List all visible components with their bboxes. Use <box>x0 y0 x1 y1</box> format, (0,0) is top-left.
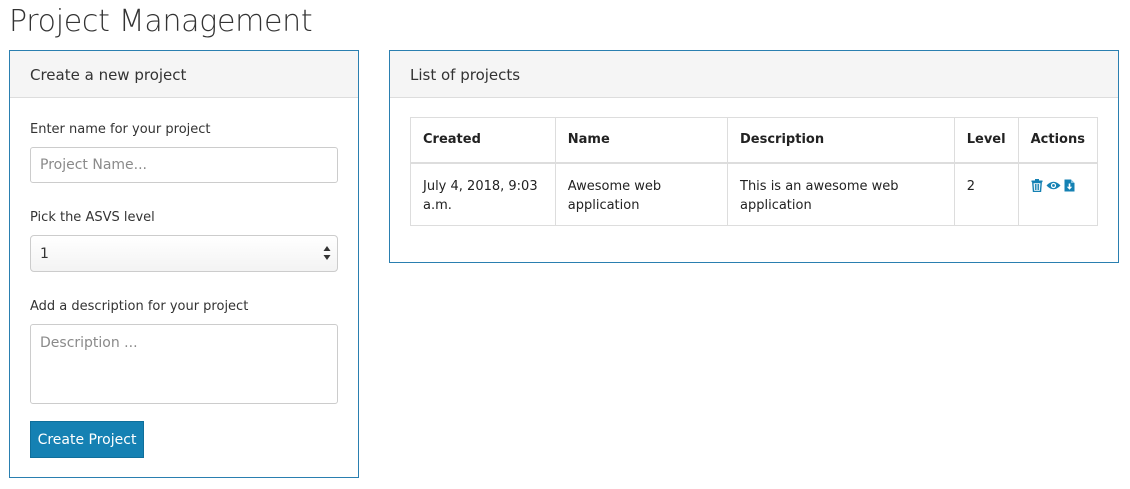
column-header-created: Created <box>410 117 556 164</box>
cell-created: July 4, 2018, 9:03 a.m. <box>410 162 556 226</box>
trash-icon[interactable] <box>1031 178 1043 192</box>
table-row: July 4, 2018, 9:03 a.m. Awesome web appl… <box>410 162 1099 226</box>
description-textarea[interactable] <box>30 324 338 404</box>
description-label: Add a description for your project <box>30 299 249 314</box>
asvs-level-label: Pick the ASVS level <box>30 210 155 225</box>
project-list-heading: List of projects <box>390 51 1118 98</box>
project-list-panel: List of projects Created Name Descriptio… <box>389 50 1119 263</box>
column-header-name: Name <box>554 117 729 164</box>
projects-table: Created Name Description Level Actions J… <box>410 117 1099 226</box>
cell-description: This is an awesome web application <box>727 162 955 226</box>
cell-level: 2 <box>953 162 1019 226</box>
select-arrows-icon <box>323 246 331 260</box>
project-name-input[interactable] <box>30 147 338 183</box>
page-title: Project Management <box>9 4 313 39</box>
cell-actions <box>1017 162 1099 226</box>
create-project-panel: Create a new project Enter name for your… <box>9 50 359 478</box>
column-header-description: Description <box>727 117 955 164</box>
eye-icon[interactable] <box>1046 180 1061 191</box>
asvs-level-select[interactable]: 1 <box>30 235 338 272</box>
create-project-button[interactable]: Create Project <box>30 421 144 458</box>
table-header-row: Created Name Description Level Actions <box>410 117 1099 164</box>
cell-name: Awesome web application <box>554 162 729 226</box>
project-name-label: Enter name for your project <box>30 122 211 137</box>
column-header-actions: Actions <box>1017 117 1099 164</box>
asvs-level-value: 1 <box>40 246 49 262</box>
create-project-heading: Create a new project <box>10 51 358 98</box>
column-header-level: Level <box>953 117 1019 164</box>
download-file-icon[interactable] <box>1064 179 1075 192</box>
